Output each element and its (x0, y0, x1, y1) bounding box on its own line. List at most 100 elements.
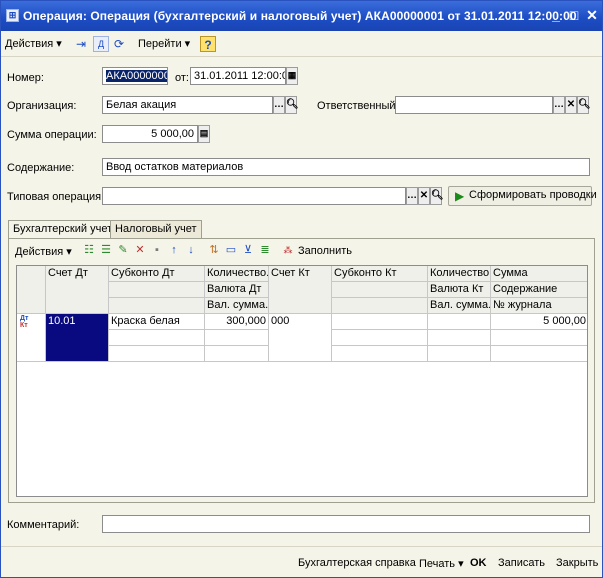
cell-debit-subconto-3[interactable] (109, 346, 205, 362)
post-arrow-icon[interactable]: ⇥ (73, 36, 89, 52)
fill-icon[interactable]: ⁂ (281, 243, 295, 257)
goto-menu[interactable]: Перейти ▾ (138, 37, 190, 50)
close-button[interactable]: ✕ (584, 7, 600, 23)
move-up-icon[interactable]: ↑ (167, 243, 181, 257)
end-edit-icon[interactable]: ▪ (150, 243, 164, 257)
cell-credit-account[interactable]: 000 (269, 314, 332, 362)
col-credit-subconto[interactable]: Субконто Кт (332, 266, 428, 282)
list-settings-icon[interactable]: ≣ (258, 243, 272, 257)
col-debit-account[interactable]: Счет Дт (46, 266, 109, 314)
cell-credit-cur-amount[interactable] (428, 346, 491, 362)
tab-accounting[interactable]: Бухгалтерский учет (8, 220, 118, 240)
responsible-search-icon[interactable]: 🔍︎ (577, 96, 591, 114)
responsible-clear-icon[interactable]: ✕ (565, 96, 577, 114)
play-arrow-icon: ▶ (455, 189, 465, 203)
document-icon[interactable]: Д (93, 36, 109, 52)
col-credit-subconto-2 (332, 282, 428, 298)
row-type-icon: Дт Кт (17, 314, 46, 362)
accounting-tab-panel: Действия ▾ ☷ ☰ ✎ ✕ ▪ ↑ ↓ ⇅ ▭ ⊻ ≣ ⁂ Запол… (8, 238, 595, 503)
ok-button[interactable]: OK (470, 557, 487, 569)
help-icon[interactable]: ? (200, 36, 216, 52)
row-marker-header (17, 266, 46, 314)
col-journal[interactable]: № журнала (491, 298, 587, 314)
app-icon: ⊞ (6, 9, 19, 22)
cell-debit-account[interactable]: 10.01 (46, 314, 109, 362)
typical-operation-field[interactable] (102, 187, 406, 205)
toolbar: Действия ▾ ⇥ Д ⟳ Перейти ▾ ? (1, 31, 602, 57)
title-bar[interactable]: ⊞ Операция: Операция (бухгалтерский и на… (1, 1, 602, 31)
cell-debit-qty[interactable]: 300,000 (205, 314, 269, 330)
filter-icon[interactable]: ⊻ (241, 243, 255, 257)
maximize-button[interactable]: □ (566, 7, 582, 23)
sort-asc-icon[interactable]: ▭ (224, 243, 238, 257)
col-credit-subconto-3 (332, 298, 428, 314)
number-label: Номер: (7, 72, 44, 84)
organization-select-button[interactable]: … (273, 96, 285, 114)
generate-entries-button[interactable]: ▶ Сформировать проводки (448, 186, 597, 206)
calculator-icon[interactable]: ▤ (198, 125, 210, 143)
number-value: АКА00000001 (106, 70, 167, 82)
organization-label: Организация: (7, 100, 77, 112)
col-sum[interactable]: Сумма (491, 266, 587, 282)
move-down-icon[interactable]: ↓ (184, 243, 198, 257)
content-label: Содержание: (7, 162, 75, 174)
comment-field[interactable] (102, 515, 590, 533)
col-debit-subconto[interactable]: Субконто Дт (109, 266, 205, 282)
organization-field[interactable]: Белая акация (102, 96, 273, 114)
calendar-icon[interactable]: ▦ (286, 67, 298, 85)
minimize-button[interactable]: _ (548, 7, 564, 23)
grid-actions-menu[interactable]: Действия ▾ (15, 245, 72, 258)
edit-row-icon[interactable]: ✎ (116, 243, 130, 257)
add-row-icon[interactable]: ☷ (82, 243, 96, 257)
cell-journal[interactable] (491, 346, 587, 362)
cell-credit-subconto-2[interactable] (332, 330, 428, 346)
amount-label: Сумма операции: (7, 129, 97, 141)
content-field[interactable]: Ввод остатков материалов (102, 158, 590, 176)
date-field[interactable]: 31.01.2011 12:00:00 (190, 67, 286, 85)
col-content[interactable]: Содержание (491, 282, 587, 298)
col-credit-account[interactable]: Счет Кт (269, 266, 332, 314)
window-title: Операция: Операция (бухгалтерский и нало… (23, 9, 577, 23)
typical-operation-search-icon[interactable]: 🔍︎ (430, 187, 444, 205)
delete-row-icon[interactable]: ✕ (133, 243, 147, 257)
col-debit-qty[interactable]: Количество... (205, 266, 269, 282)
cell-credit-qty[interactable] (428, 314, 491, 330)
date-label: от: (175, 72, 189, 84)
entries-table[interactable]: Счет Дт Субконто Дт Количество... Счет К… (16, 265, 588, 497)
cell-sum[interactable]: 5 000,00 (491, 314, 587, 330)
amount-field[interactable]: 5 000,00 (102, 125, 198, 143)
save-button[interactable]: Записать (498, 557, 545, 569)
col-credit-cur-amount[interactable]: Вал. сумма... (428, 298, 491, 314)
tab-tax[interactable]: Налоговый учет (110, 220, 202, 239)
cell-credit-subconto[interactable] (332, 314, 428, 330)
number-field[interactable]: АКА00000001 (102, 67, 168, 85)
operation-window: ⊞ Операция: Операция (бухгалтерский и на… (0, 0, 603, 578)
copy-row-icon[interactable]: ☰ (99, 243, 113, 257)
sort-icon[interactable]: ⇅ (207, 243, 221, 257)
col-credit-currency[interactable]: Валюта Кт (428, 282, 491, 298)
col-credit-qty[interactable]: Количество... (428, 266, 491, 282)
cell-content[interactable] (491, 330, 587, 346)
generate-entries-label: Сформировать проводки (469, 189, 597, 201)
responsible-field[interactable] (395, 96, 553, 114)
col-debit-currency[interactable]: Валюта Дт (205, 282, 269, 298)
responsible-label: Ответственный: (317, 100, 399, 112)
cell-debit-subconto[interactable]: Краска белая (109, 314, 205, 330)
cell-debit-currency[interactable] (205, 330, 269, 346)
responsible-select-button[interactable]: … (553, 96, 565, 114)
organization-search-icon[interactable]: 🔍︎ (285, 96, 299, 114)
col-debit-cur-amount[interactable]: Вал. сумма... (205, 298, 269, 314)
accounting-report-button[interactable]: Бухгалтерская справка (298, 557, 416, 569)
cell-credit-currency[interactable] (428, 330, 491, 346)
print-menu[interactable]: Печать ▾ (419, 557, 464, 570)
debit-credit-icon: Дт Кт (20, 315, 29, 329)
typical-operation-clear-icon[interactable]: ✕ (418, 187, 430, 205)
cell-debit-cur-amount[interactable] (205, 346, 269, 362)
cell-debit-subconto-2[interactable] (109, 330, 205, 346)
close-form-button[interactable]: Закрыть (556, 557, 598, 569)
actions-menu[interactable]: Действия ▾ (5, 37, 62, 50)
typical-operation-select-button[interactable]: … (406, 187, 418, 205)
refresh-icon[interactable]: ⟳ (111, 36, 127, 52)
fill-button[interactable]: Заполнить (298, 245, 352, 257)
cell-credit-subconto-3[interactable] (332, 346, 428, 362)
